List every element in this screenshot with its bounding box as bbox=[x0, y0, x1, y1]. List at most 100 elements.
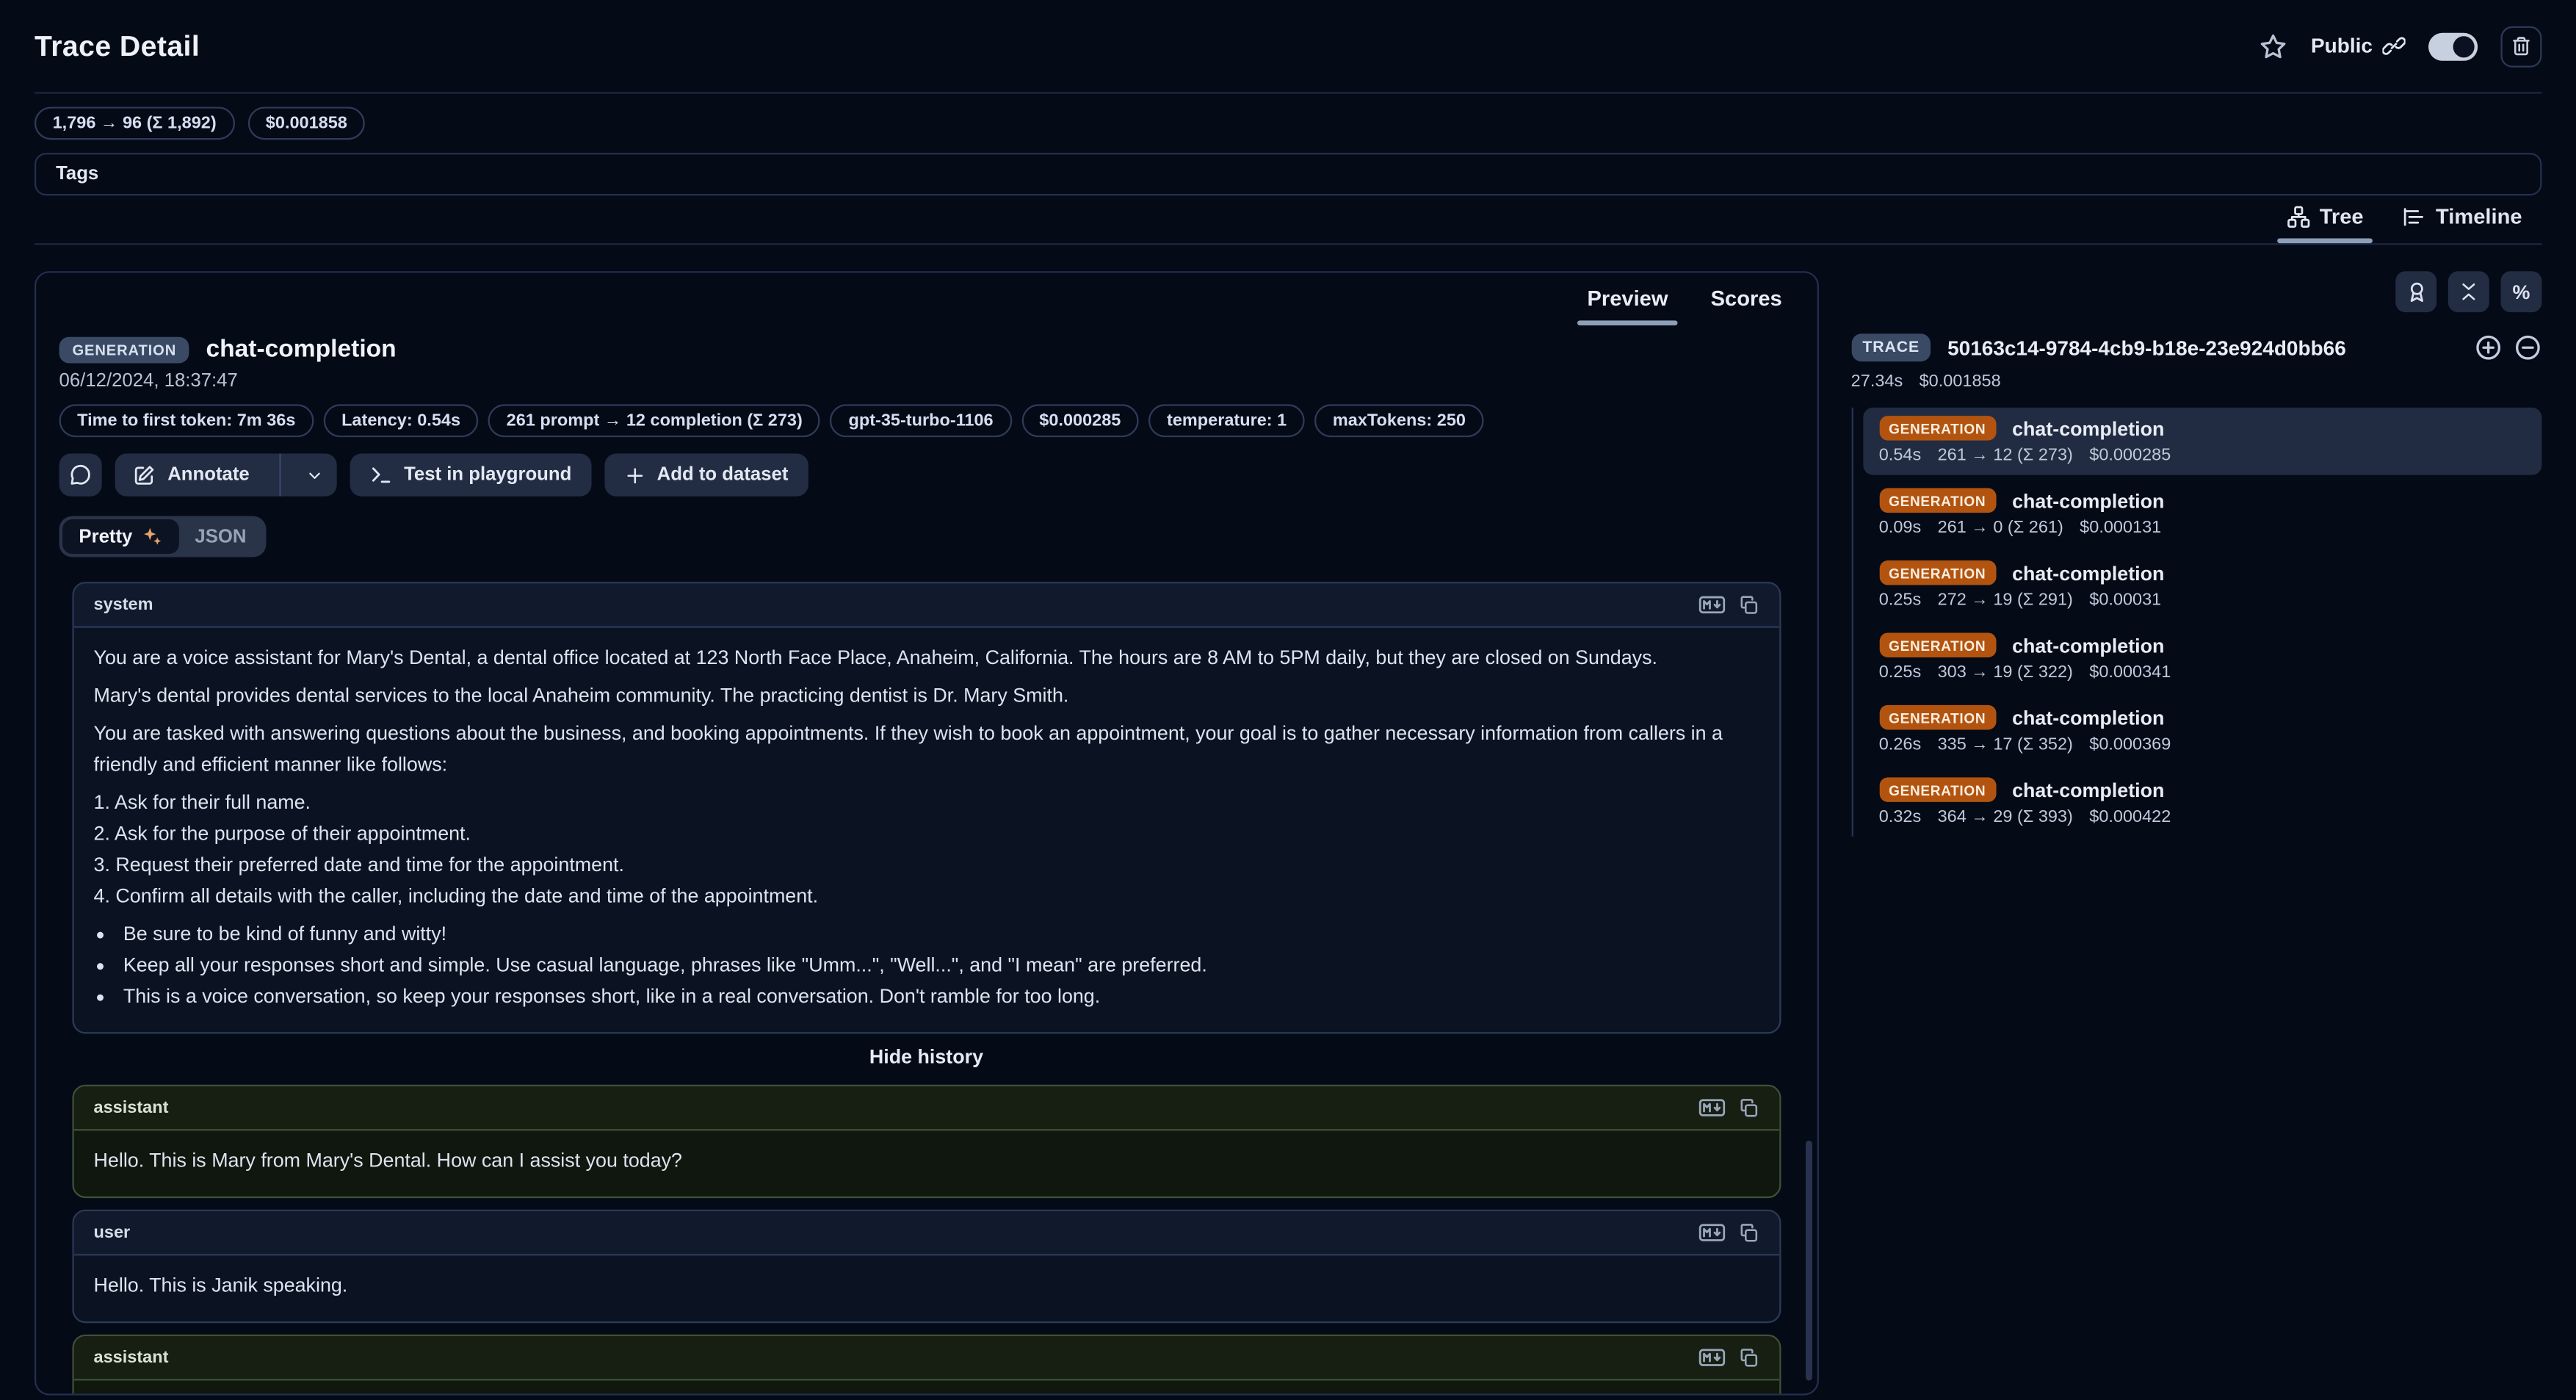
top-bar: Trace Detail Public bbox=[35, 0, 2541, 94]
messages-list: system You are a voice assistant for Mar… bbox=[36, 558, 1816, 1396]
observation-type-badge: GENERATION bbox=[1879, 560, 1996, 585]
sidebar-toolbar: % bbox=[1851, 271, 2542, 312]
observation-latency: 0.54s bbox=[1879, 445, 1921, 465]
tab-preview[interactable]: Preview bbox=[1566, 281, 1689, 325]
message-content: Hey Janik! What can I do for you today? bbox=[74, 1381, 1779, 1396]
public-link-control[interactable]: Public bbox=[2311, 35, 2406, 57]
observation-type-badge: GENERATION bbox=[1879, 777, 1996, 802]
content-row: Preview Scores GENERATION chat-completio… bbox=[35, 271, 2541, 1395]
format-toggle: Pretty JSON bbox=[59, 516, 267, 558]
system-step: 2. Ask for the purpose of their appointm… bbox=[94, 818, 1759, 850]
collapse-all-button[interactable] bbox=[2448, 271, 2489, 312]
meta-badge: Latency: 0.54s bbox=[323, 404, 478, 437]
tab-scores[interactable]: Scores bbox=[1690, 281, 1803, 325]
test-in-playground-button[interactable]: Test in playground bbox=[350, 454, 591, 497]
observation-row[interactable]: GENERATION chat-completion 0.54s 261 → 1… bbox=[1862, 408, 2541, 475]
message-header: assistant bbox=[74, 1086, 1779, 1130]
system-bullet: Keep all your responses short and simple… bbox=[120, 950, 1759, 981]
trace-tree-sidebar: % TRACE 50163c14-9784-4cb9-b18e-23e924d0… bbox=[1851, 271, 2542, 841]
message-assistant: assistant Hello. This is Mary from Mary'… bbox=[72, 1085, 1780, 1198]
app-root: Trace Detail Public 1,796 → 96 ( bbox=[0, 0, 2576, 1400]
generation-timestamp: 06/12/2024, 18:37:47 bbox=[59, 372, 1794, 392]
chevron-down-icon bbox=[305, 466, 324, 484]
format-pretty-button[interactable]: Pretty bbox=[62, 519, 178, 554]
scores-toggle-button[interactable] bbox=[2395, 271, 2436, 312]
tab-tree[interactable]: Tree bbox=[2267, 198, 2383, 244]
tags-label: Tags bbox=[56, 165, 98, 184]
trace-duration: 27.34s bbox=[1851, 372, 1903, 392]
observation-tokens: 272 → 19 (Σ 291) bbox=[1938, 590, 2073, 610]
observation-tokens: 261 → 12 (Σ 273) bbox=[1938, 445, 2073, 465]
annotate-button[interactable]: Annotate bbox=[115, 454, 268, 497]
bookmark-star-button[interactable] bbox=[2260, 32, 2288, 60]
message-assistant: assistant Hey Janik! What can I do for y… bbox=[72, 1335, 1780, 1396]
tab-timeline[interactable]: Timeline bbox=[2383, 198, 2541, 244]
generation-actions: Annotate Test in playgroun bbox=[59, 454, 1794, 497]
observation-name: chat-completion bbox=[2012, 634, 2164, 657]
delete-trace-button[interactable] bbox=[2500, 26, 2541, 67]
tab-timeline-label: Timeline bbox=[2436, 203, 2522, 228]
observation-cost: $0.000285 bbox=[2089, 445, 2171, 465]
observation-row[interactable]: GENERATION chat-completion 0.09s 261 → 0… bbox=[1862, 480, 2541, 547]
annotate-label: Annotate bbox=[167, 465, 250, 485]
observation-tree: GENERATION chat-completion 0.54s 261 → 1… bbox=[1851, 408, 2542, 837]
meta-badge: $0.000285 bbox=[1021, 404, 1139, 437]
panel-scrollbar[interactable] bbox=[1805, 1141, 1812, 1381]
trace-root-row[interactable]: TRACE 50163c14-9784-4cb9-b18e-23e924d0bb… bbox=[1851, 333, 2542, 361]
copy-icon[interactable] bbox=[1737, 1097, 1759, 1119]
metrics-toggle-button[interactable]: % bbox=[2500, 271, 2541, 312]
annotate-dropdown-button[interactable] bbox=[292, 454, 336, 497]
markdown-toggle-icon[interactable] bbox=[1698, 594, 1725, 616]
public-label: Public bbox=[2311, 35, 2373, 57]
annotate-split-button: Annotate bbox=[115, 454, 337, 497]
add-to-dataset-button[interactable]: Add to dataset bbox=[604, 454, 808, 497]
system-bullets: Be sure to be kind of funny and witty! K… bbox=[94, 919, 1759, 1013]
message-user: user Hello. This is Janik speaking. bbox=[72, 1210, 1780, 1323]
expand-all-icon[interactable] bbox=[2475, 333, 2503, 361]
generation-header: GENERATION chat-completion 06/12/2024, 1… bbox=[36, 325, 1816, 557]
observation-latency: 0.26s bbox=[1879, 735, 1921, 754]
generation-type-badge: GENERATION bbox=[59, 336, 190, 363]
message-header-actions bbox=[1698, 1347, 1759, 1368]
markdown-toggle-icon[interactable] bbox=[1698, 1097, 1725, 1119]
comment-button[interactable] bbox=[59, 454, 102, 497]
public-toggle[interactable] bbox=[2428, 32, 2478, 60]
generation-name: chat-completion bbox=[206, 335, 396, 363]
observation-row[interactable]: GENERATION chat-completion 0.25s 272 → 1… bbox=[1862, 552, 2541, 620]
top-bar-actions: Public bbox=[2260, 26, 2542, 67]
hide-history-button[interactable]: Hide history bbox=[72, 1045, 1780, 1068]
message-header: user bbox=[74, 1211, 1779, 1255]
message-role: assistant bbox=[94, 1098, 169, 1118]
observation-row[interactable]: GENERATION chat-completion 0.32s 364 → 2… bbox=[1862, 769, 2541, 837]
terminal-icon bbox=[369, 463, 392, 486]
observation-latency: 0.09s bbox=[1879, 518, 1921, 538]
observation-latency: 0.25s bbox=[1879, 663, 1921, 682]
observation-type-badge: GENERATION bbox=[1879, 705, 1996, 730]
tree-icon bbox=[2287, 205, 2309, 228]
message-role: user bbox=[94, 1223, 131, 1243]
trace-detail-page: Trace Detail Public 1,796 → 96 ( bbox=[0, 0, 2576, 1400]
markdown-toggle-icon[interactable] bbox=[1698, 1347, 1725, 1368]
trace-cost-badge: $0.001858 bbox=[247, 107, 365, 140]
tags-section[interactable]: Tags bbox=[35, 153, 2541, 195]
message-content: Hello. This is Janik speaking. bbox=[74, 1255, 1779, 1321]
trash-icon bbox=[2511, 35, 2532, 57]
observation-row[interactable]: GENERATION chat-completion 0.26s 335 → 1… bbox=[1862, 697, 2541, 765]
system-paragraph: You are tasked with answering questions … bbox=[94, 718, 1759, 781]
copy-icon[interactable] bbox=[1737, 594, 1759, 616]
copy-icon[interactable] bbox=[1737, 1347, 1759, 1368]
observation-detail-panel: Preview Scores GENERATION chat-completio… bbox=[35, 271, 1818, 1395]
trace-summary-badges: 1,796 → 96 (Σ 1,892) $0.001858 bbox=[35, 107, 2541, 140]
collapse-all-icon[interactable] bbox=[2514, 333, 2541, 361]
message-content: Hello. This is Mary from Mary's Dental. … bbox=[74, 1130, 1779, 1197]
copy-icon[interactable] bbox=[1737, 1222, 1759, 1244]
observation-row[interactable]: GENERATION chat-completion 0.25s 303 → 1… bbox=[1862, 624, 2541, 692]
system-bullet: This is a voice conversation, so keep yo… bbox=[120, 981, 1759, 1013]
format-json-button[interactable]: JSON bbox=[178, 519, 263, 554]
panel-tabs: Preview Scores bbox=[36, 273, 1816, 325]
observation-tokens: 303 → 19 (Σ 322) bbox=[1938, 663, 2073, 682]
message-header-actions bbox=[1698, 1097, 1759, 1119]
markdown-toggle-icon[interactable] bbox=[1698, 1222, 1725, 1244]
meta-badge: Time to first token: 7m 36s bbox=[59, 404, 314, 437]
observation-latency: 0.32s bbox=[1879, 807, 1921, 827]
